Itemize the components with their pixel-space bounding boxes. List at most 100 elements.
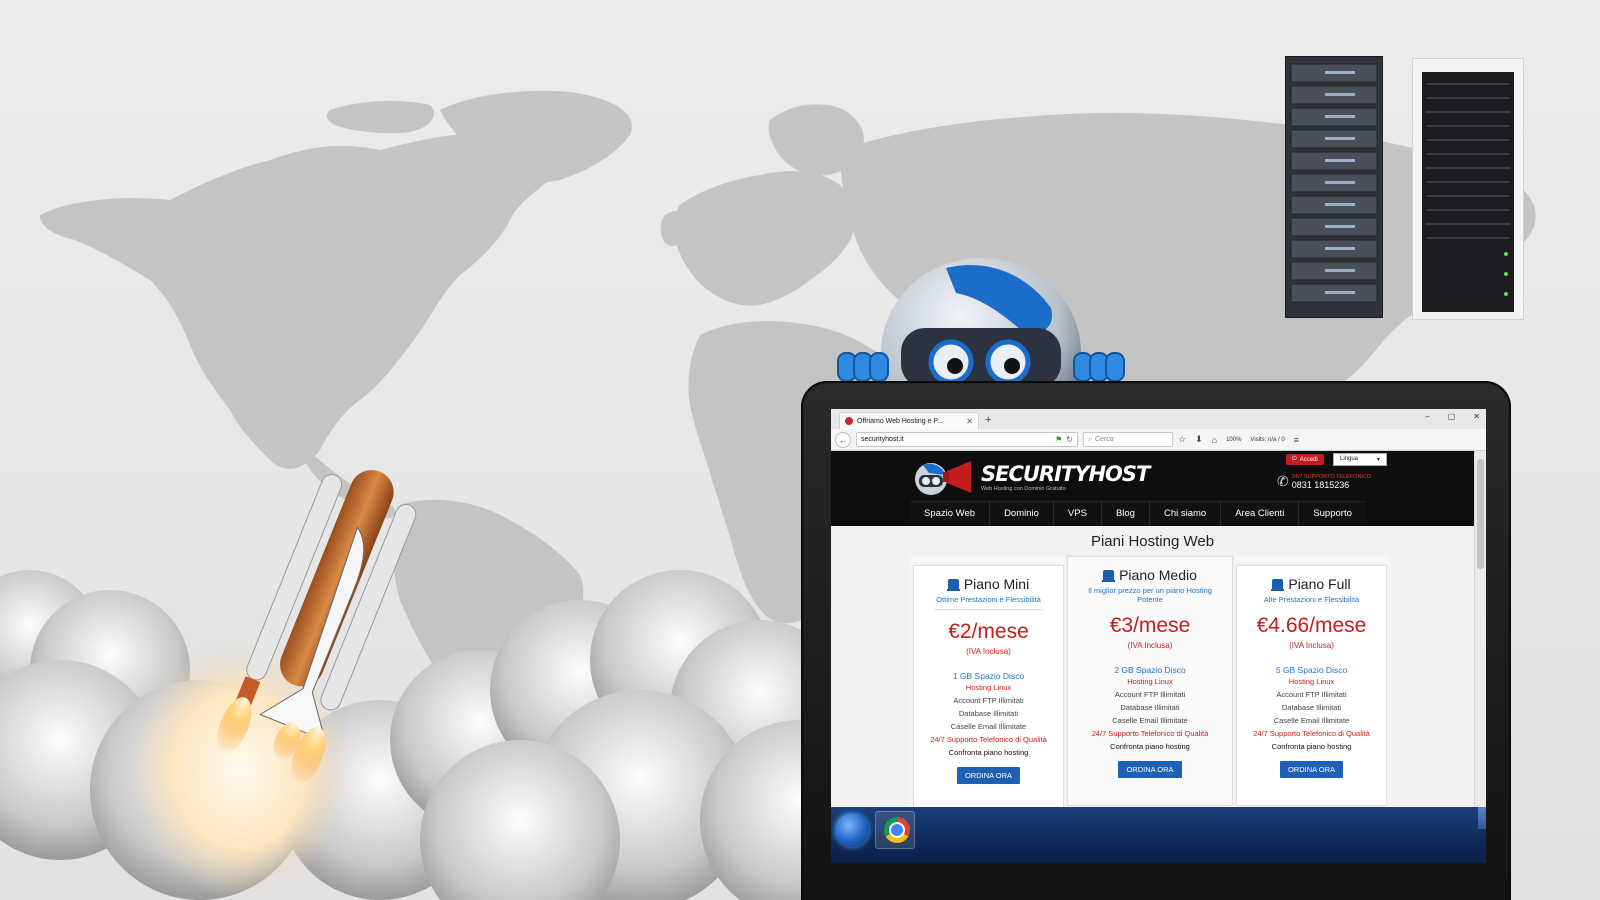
- browser-tab[interactable]: Offriamo Web Hosting e P... ✕: [839, 412, 979, 429]
- server-icon: [1271, 579, 1285, 591]
- flag-icon: ⚑: [1055, 435, 1063, 444]
- minimize-icon[interactable]: –: [1425, 412, 1429, 421]
- close-tab-icon[interactable]: ✕: [966, 417, 973, 426]
- plans-section: Piano Mini Ottime Prestazioni e Flessibi…: [910, 556, 1390, 821]
- site-logo[interactable]: SECURITYHOST Web Hosting con Dominio Gra…: [909, 457, 1150, 497]
- nav-item-blog[interactable]: Blog: [1102, 501, 1150, 526]
- logo-host-text: HOST: [1088, 461, 1150, 486]
- nav-item-dominio[interactable]: Dominio: [990, 501, 1054, 526]
- toolbar-icons: ☆ ⬇ ⌂ 100% Visits: n/a / 0 ≡: [1178, 434, 1299, 445]
- order-button[interactable]: ORDINA ORA: [956, 767, 1021, 784]
- plan-price: €3/mese: [1109, 614, 1191, 637]
- phone-number: 0831 1815236: [1291, 479, 1350, 490]
- browser-toolbar: ← securityhost.it ⚑ ↻ ⌕ Cerca ☆ ⬇ ⌂ 100%…: [831, 429, 1486, 451]
- plan-support: 24/7 Supporto Telefonico di Qualità: [1091, 729, 1209, 738]
- page-title: Piani Hosting Web: [1090, 533, 1215, 550]
- login-button[interactable]: ⏻ Accedi: [1286, 454, 1324, 465]
- bookmark-star-icon[interactable]: ☆: [1178, 434, 1186, 445]
- plan-disk: 5 GB Spazio Disco: [1275, 665, 1348, 675]
- login-label: Accedi: [1299, 456, 1318, 463]
- reload-icon[interactable]: ↻: [1066, 435, 1073, 444]
- plan-name: Piano Full: [1288, 576, 1351, 592]
- compare-plan-link[interactable]: Confronta piano hosting: [914, 746, 1063, 759]
- nav-item-supporto[interactable]: Supporto: [1299, 502, 1366, 526]
- order-button[interactable]: ORDINA ORA: [1279, 761, 1344, 778]
- plan-ftp: Account FTP Illimitati: [1276, 690, 1347, 699]
- back-icon[interactable]: ←: [835, 431, 851, 448]
- compare-plan-link[interactable]: Confronta piano hosting: [1068, 740, 1232, 753]
- server-tower-illustration: [1412, 58, 1524, 320]
- scrollbar-thumb[interactable]: [1477, 459, 1484, 569]
- new-tab-button[interactable]: +: [985, 412, 991, 429]
- close-window-icon[interactable]: ✕: [1473, 412, 1480, 421]
- visits-counter: Visits: n/a / 0: [1250, 436, 1285, 443]
- plan-email: Caselle Email Illimitate: [1273, 716, 1350, 725]
- space-shuttle-illustration: [217, 470, 417, 784]
- support-label: 24/7 SUPPORTO TELEFONICO: [1291, 473, 1372, 480]
- divider: [933, 609, 1044, 610]
- plan-ftp: Account FTP Illimitati: [953, 696, 1024, 705]
- hamburger-menu-icon[interactable]: ≡: [1294, 435, 1299, 445]
- plan-db: Database Illimitati: [958, 709, 1019, 718]
- plan-card-medio: Piano Medio Il miglior prezzo per un pia…: [1067, 556, 1233, 806]
- plan-db: Database Illimitati: [1120, 703, 1180, 712]
- plan-name: Piano Medio: [1119, 567, 1197, 583]
- robot-logo-icon: [915, 461, 971, 495]
- zoom-level: 100%: [1226, 436, 1242, 443]
- plan-hosting: Hosting Linux: [1127, 677, 1173, 686]
- order-button[interactable]: ORDINA ORA: [1118, 761, 1182, 778]
- power-icon: ⏻: [1292, 456, 1297, 462]
- plan-vat: (IVA Inclusa): [1289, 641, 1334, 650]
- chrome-taskbar-button[interactable]: [875, 811, 915, 849]
- plan-support: 24/7 Supporto Telefonico di Qualità: [1253, 729, 1370, 738]
- download-icon[interactable]: ⬇: [1195, 434, 1203, 445]
- browser-tab-bar: Offriamo Web Hosting e P... ✕ + – ▢ ✕: [831, 409, 1486, 429]
- search-input[interactable]: ⌕ Cerca: [1083, 432, 1173, 447]
- server-icon: [946, 579, 960, 591]
- plan-ftp: Account FTP Illimitati: [1114, 690, 1186, 699]
- plan-price: €4.66/mese: [1256, 614, 1367, 637]
- url-text: securityhost.it: [861, 436, 904, 443]
- nav-item-chi-siamo[interactable]: Chi siamo: [1150, 501, 1222, 526]
- plan-tagline: Ottime Prestazioni e Flessibilità: [936, 595, 1041, 604]
- robot-mascot-illustration: [837, 258, 1125, 388]
- plan-price: €2/mese: [948, 620, 1029, 643]
- background-scene: Offriamo Web Hosting e P... ✕ + – ▢ ✕ ← …: [0, 0, 1600, 900]
- windows-taskbar: [831, 807, 1486, 863]
- plan-vat: (IVA Inclusa): [966, 647, 1011, 656]
- plan-db: Database Illimitati: [1281, 703, 1342, 712]
- tab-title: Offriamo Web Hosting e P...: [857, 417, 943, 425]
- plan-disk: 2 GB Spazio Disco: [1114, 665, 1186, 675]
- show-desktop-button[interactable]: [1478, 807, 1486, 829]
- plan-card-full: Piano Full Alte Prestazioni e Flessibili…: [1236, 565, 1387, 806]
- page-scrollbar[interactable]: [1474, 451, 1486, 821]
- main-nav: Spazio Web Dominio VPS Blog Chi siamo Ar…: [910, 501, 1366, 526]
- plan-support: 24/7 Supporto Telefonico di Qualità: [930, 735, 1047, 744]
- search-placeholder: Cerca: [1094, 436, 1114, 443]
- plan-tagline: Alte Prestazioni e Flessibilità: [1263, 595, 1360, 604]
- start-button-icon[interactable]: [835, 813, 869, 847]
- maximize-icon[interactable]: ▢: [1448, 412, 1456, 421]
- plan-vat: (IVA Inclusa): [1127, 641, 1173, 650]
- plan-tagline: Il miglior prezzo per un piano Hosting P…: [1088, 586, 1212, 604]
- laptop-screen: Offriamo Web Hosting e P... ✕ + – ▢ ✕ ← …: [831, 409, 1486, 863]
- server-icon: [1102, 570, 1116, 582]
- search-icon: ⌕: [1088, 435, 1092, 443]
- nav-item-area-clienti[interactable]: Area Clienti: [1221, 501, 1300, 526]
- home-icon[interactable]: ⌂: [1212, 435, 1217, 445]
- site-header: SECURITYHOST Web Hosting con Dominio Gra…: [831, 451, 1474, 526]
- phone-support: ✆ 24/7 SUPPORTO TELEFONICO 0831 1815236: [1277, 473, 1371, 490]
- nav-item-spazio-web[interactable]: Spazio Web: [910, 501, 991, 526]
- server-rack-illustration: [1285, 56, 1383, 318]
- plan-hosting: Hosting Linux: [965, 683, 1012, 692]
- plan-disk: 1 GB Spazio Disco: [952, 671, 1025, 681]
- address-bar[interactable]: securityhost.it ⚑ ↻: [856, 432, 1078, 447]
- website-viewport: SECURITYHOST Web Hosting con Dominio Gra…: [831, 451, 1474, 821]
- logo-security-text: SECURITY: [981, 461, 1089, 486]
- compare-plan-link[interactable]: Confronta piano hosting: [1237, 740, 1386, 753]
- language-label: Lingua: [1340, 456, 1359, 462]
- logo-subtitle: Web Hosting con Dominio Gratuito: [981, 485, 1066, 492]
- nav-item-vps[interactable]: VPS: [1054, 501, 1102, 526]
- chevron-down-icon: ▾: [1376, 457, 1380, 463]
- language-select[interactable]: Lingua ▾: [1333, 453, 1387, 466]
